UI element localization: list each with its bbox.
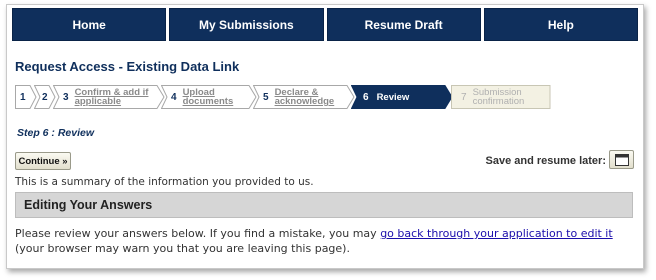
- edit-application-link[interactable]: go back through your application to edit…: [380, 227, 613, 240]
- step-number: 5: [263, 91, 269, 103]
- nav-tab-resume-draft[interactable]: Resume Draft: [326, 8, 481, 41]
- save-and-resume-label: Save and resume later:: [485, 155, 606, 167]
- step-number: 3: [63, 91, 69, 103]
- step-3[interactable]: 3 Confirm & add if applicable: [53, 85, 165, 109]
- step-heading: Step 6 : Review: [17, 127, 95, 139]
- calendar-icon: [615, 154, 629, 166]
- nav-tab-my-submissions[interactable]: My Submissions: [169, 8, 324, 41]
- step-7-future: 7 Submission confirmation: [451, 85, 551, 109]
- step-number: 7: [461, 91, 467, 103]
- step-4[interactable]: 4 Upload documents: [161, 85, 257, 109]
- step-6-current: 6 Review: [351, 85, 453, 109]
- step-5-link[interactable]: Declare & acknowledge: [275, 88, 335, 107]
- step-7-label: Submission confirmation: [472, 87, 525, 107]
- section-title: Editing Your Answers: [24, 198, 153, 212]
- step-number: 6: [363, 91, 369, 103]
- review-instructions: Please review your answers below. If you…: [15, 226, 635, 256]
- section-header: Editing Your Answers: [15, 192, 633, 218]
- step-6-label: Review: [376, 91, 410, 103]
- step-4-link[interactable]: Upload documents: [183, 88, 234, 107]
- nav-tab-home[interactable]: Home: [12, 8, 167, 41]
- summary-text: This is a summary of the information you…: [15, 176, 314, 188]
- step-number: 4: [171, 91, 177, 103]
- top-navigation: Home My Submissions Resume Draft Help: [12, 8, 638, 41]
- step-number: 2: [42, 91, 48, 103]
- step-5[interactable]: 5 Declare & acknowledge: [253, 85, 355, 109]
- application-frame: Home My Submissions Resume Draft Help Re…: [6, 4, 644, 269]
- review-text-after: (your browser may warn you that you are …: [15, 242, 350, 255]
- save-and-resume-button[interactable]: [609, 150, 634, 169]
- page-title: Request Access - Existing Data Link: [15, 59, 240, 74]
- continue-button[interactable]: Continue »: [15, 152, 71, 170]
- step-number: 1: [20, 91, 26, 103]
- step-3-link[interactable]: Confirm & add if applicable: [75, 88, 149, 107]
- nav-tab-help[interactable]: Help: [483, 8, 638, 41]
- review-text-before: Please review your answers below. If you…: [15, 227, 381, 240]
